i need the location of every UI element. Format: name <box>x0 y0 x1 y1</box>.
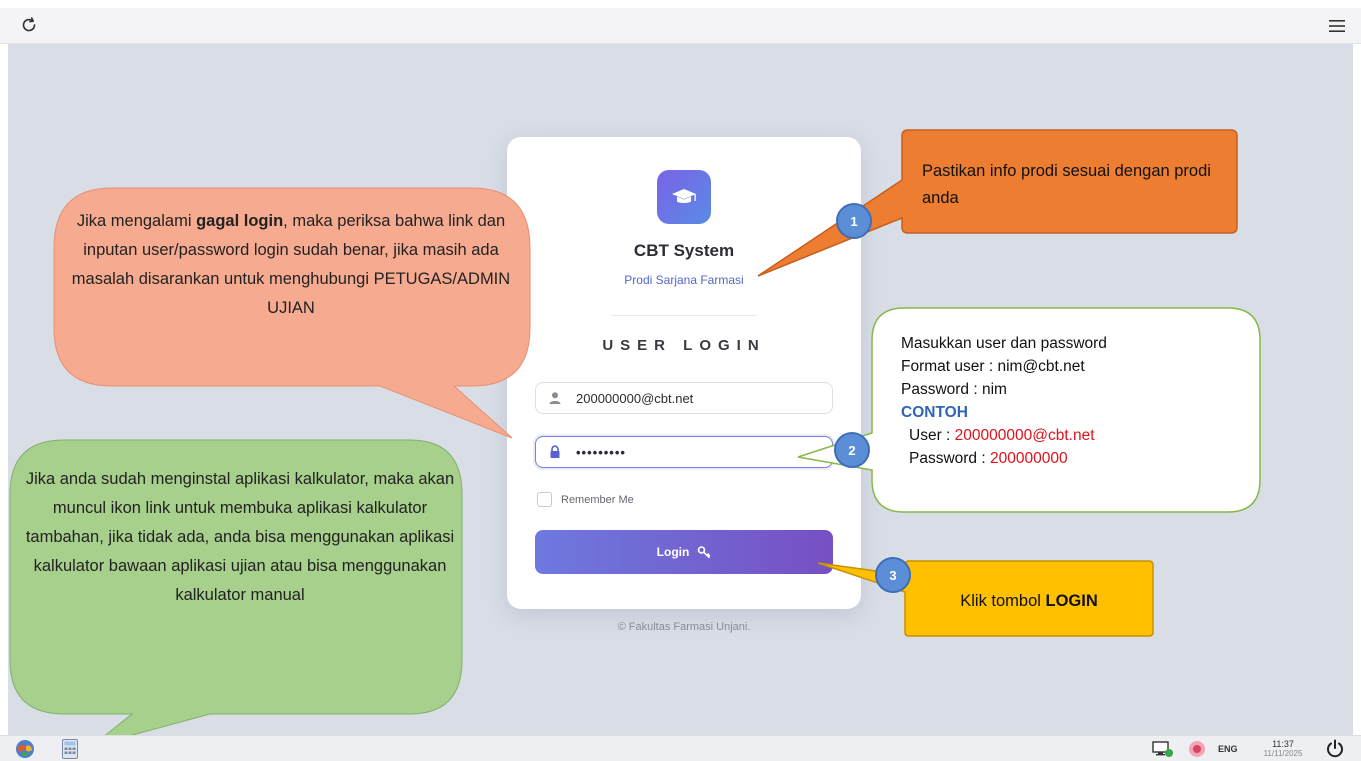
lock-icon <box>550 445 560 458</box>
reload-icon[interactable] <box>18 14 40 36</box>
callout-prodi-text: Pastikan info prodi sesuai dengan prodi … <box>922 162 1211 207</box>
password-input[interactable] <box>576 441 826 463</box>
username-field[interactable] <box>535 382 833 414</box>
prodi-label: Prodi Sarjana Farmasi <box>624 273 744 287</box>
step-badge-3: 3 <box>875 557 911 593</box>
app-title: CBT System <box>633 241 735 260</box>
callout-credentials-text: Masukkan user dan password Format user :… <box>901 335 1107 467</box>
footer-copyright: © Fakultas Farmasi Unjani. <box>617 621 751 633</box>
callout-calculator-text: Jika anda sudah menginstal aplikasi kalk… <box>25 470 455 604</box>
clock[interactable]: 11:37 11/11/2025 <box>1258 738 1308 760</box>
volume-icon[interactable] <box>1188 738 1206 760</box>
step-badge-2: 2 <box>834 432 870 468</box>
clock-date: 11/11/2025 <box>1263 749 1303 758</box>
calculator-icon[interactable] <box>62 738 78 760</box>
user-icon <box>549 392 561 404</box>
login-card: CBT System Prodi Sarjana Farmasi USER LO… <box>507 137 861 609</box>
language-indicator[interactable]: ENG <box>1218 738 1238 760</box>
power-icon[interactable] <box>1325 738 1345 760</box>
login-button[interactable]: Login <box>535 530 833 574</box>
step-badge-1: 1 <box>836 203 872 239</box>
graduation-cap-icon <box>657 170 711 224</box>
start-menu-icon[interactable] <box>14 738 36 760</box>
clock-time: 11:37 <box>1272 739 1294 749</box>
callout-failed-login-text: Jika mengalami gagal login, maka periksa… <box>71 212 511 317</box>
username-input[interactable] <box>576 387 826 409</box>
login-heading: USER LOGIN <box>602 337 766 354</box>
taskbar: ENG 11:37 11/11/2025 <box>0 735 1361 761</box>
login-button-label: Login <box>656 545 690 559</box>
remember-me-checkbox[interactable]: Remember Me <box>537 492 634 507</box>
callout-login-text: Klik tombol LOGIN <box>960 592 1098 610</box>
password-field[interactable] <box>535 436 833 468</box>
hamburger-menu-icon[interactable] <box>1327 16 1347 36</box>
remember-me-label: Remember Me <box>561 493 634 506</box>
checkbox-box[interactable] <box>537 492 552 507</box>
network-icon[interactable] <box>1152 738 1174 760</box>
divider <box>611 315 757 316</box>
top-bar <box>0 8 1361 44</box>
key-icon <box>698 546 711 559</box>
